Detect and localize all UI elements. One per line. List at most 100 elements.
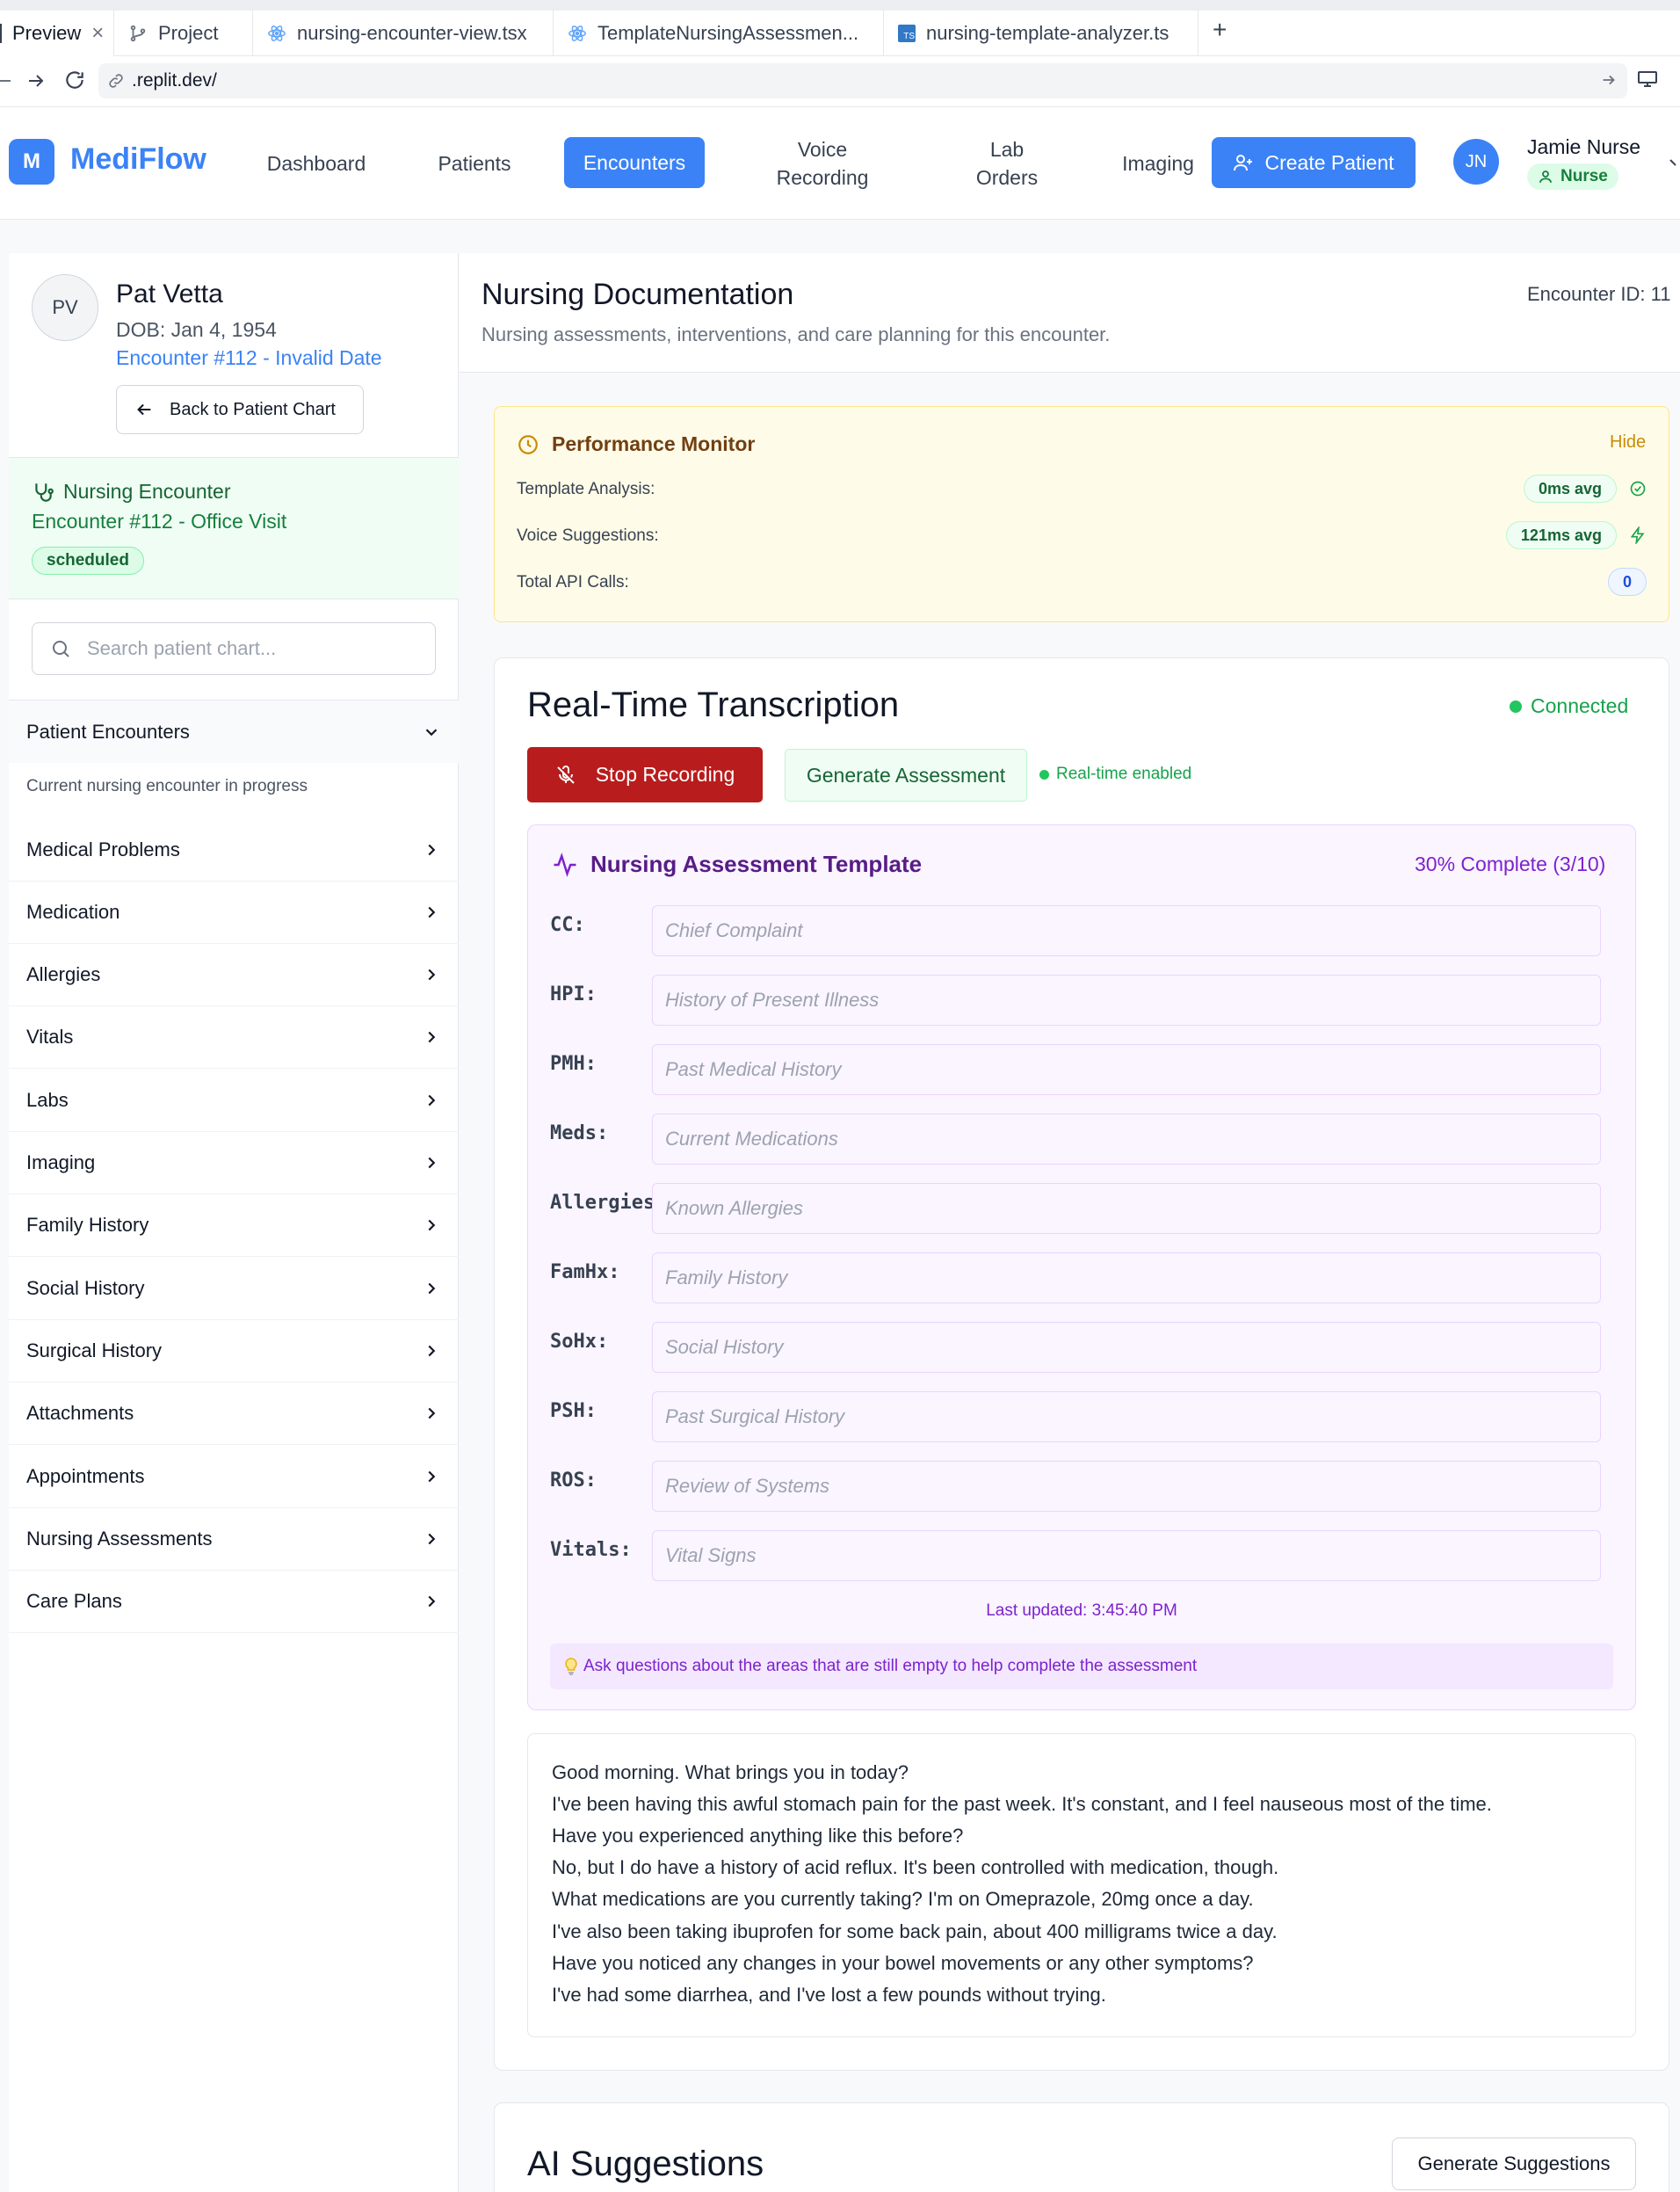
tab-template-nursing-assessment[interactable]: TemplateNursingAssessmen... (554, 11, 884, 56)
tab-nursing-template-analyzer[interactable]: TS nursing-template-analyzer.ts (884, 11, 1198, 56)
field-hpi[interactable]: History of Present Illness (652, 975, 1601, 1026)
section-appointments[interactable]: Appointments (9, 1446, 459, 1508)
field-psh[interactable]: Past Surgical History (652, 1391, 1601, 1442)
nav-lab-orders[interactable]: Lab Orders (945, 135, 1068, 192)
brand-name[interactable]: MediFlow (70, 142, 206, 177)
section-care-plans[interactable]: Care Plans (9, 1571, 459, 1633)
section-attachments[interactable]: Attachments (9, 1383, 459, 1445)
section-label: Social History (26, 1277, 145, 1299)
field-label-hpi: HPI: (550, 983, 597, 1005)
template-progress: 30% Complete (3/10) (1415, 853, 1606, 875)
clock-icon (517, 433, 539, 456)
role-badge: Nurse (1527, 163, 1618, 190)
generate-suggestions-button[interactable]: Generate Suggestions (1392, 2138, 1636, 2190)
hide-button[interactable]: Hide (1610, 432, 1646, 453)
tab-label: Preview (12, 22, 82, 44)
field-ros[interactable]: Review of Systems (652, 1461, 1601, 1512)
encounter-subtitle: Encounter #112 - Office Visit (32, 510, 287, 533)
generate-assessment-button[interactable]: Generate Assessment (785, 749, 1027, 802)
patient-dob: DOB: Jan 4, 1954 (116, 318, 277, 341)
field-pmh[interactable]: Past Medical History (652, 1044, 1601, 1095)
status-dot (1510, 700, 1522, 713)
section-labs[interactable]: Labs (9, 1070, 459, 1132)
connection-status-text: Connected (1531, 694, 1629, 717)
nav-encounters[interactable]: Encounters (564, 137, 705, 188)
metric-label: Total API Calls: (517, 573, 629, 592)
url-field[interactable]: .replit.dev/ (98, 63, 1627, 98)
open-external-icon[interactable] (1599, 70, 1618, 90)
git-branch-icon (128, 24, 148, 43)
chevron-right-icon (422, 965, 441, 984)
section-vitals[interactable]: Vitals (9, 1006, 459, 1069)
field-sohx[interactable]: Social History (652, 1322, 1601, 1373)
section-medical-problems[interactable]: Medical Problems (9, 819, 459, 882)
field-meds[interactable]: Current Medications (652, 1114, 1601, 1165)
field-label-psh: PSH: (550, 1400, 597, 1422)
chevron-down-icon (422, 722, 441, 742)
new-tab-button[interactable]: + (1213, 16, 1227, 44)
close-icon[interactable]: × (91, 21, 104, 46)
field-vitals[interactable]: Vital Signs (652, 1530, 1601, 1581)
forward-arrow-icon[interactable] (25, 70, 47, 91)
preview-icon (0, 24, 2, 43)
section-social-history[interactable]: Social History (9, 1258, 459, 1320)
mic-off-icon (555, 765, 576, 786)
transcript-line: Have you experienced anything like this … (552, 1825, 964, 1847)
chevron-down-icon[interactable] (1669, 155, 1680, 169)
page-subtitle: Nursing assessments, interventions, and … (482, 323, 1111, 345)
section-label: Labs (26, 1089, 69, 1111)
field-label-meds: Meds: (550, 1122, 609, 1144)
section-medication[interactable]: Medication (9, 882, 459, 944)
chevron-right-icon (422, 1027, 441, 1047)
transcript-line: I've also been taking ibuprofen for some… (552, 1920, 1278, 1942)
url-text: .replit.dev/ (132, 70, 217, 91)
field-famhx[interactable]: Family History (652, 1252, 1601, 1303)
section-allergies[interactable]: Allergies (9, 944, 459, 1006)
chevron-right-icon (422, 1153, 441, 1172)
metric-label: Template Analysis: (517, 480, 655, 498)
status-badge: scheduled (32, 547, 144, 575)
chevron-right-icon (422, 1341, 441, 1361)
tab-label: nursing-template-analyzer.ts (926, 22, 1169, 44)
section-imaging[interactable]: Imaging (9, 1132, 459, 1194)
connection-status: Connected (1510, 694, 1628, 718)
transcript-line: What medications are you currently takin… (552, 1888, 1254, 1910)
tab-project[interactable]: Project (114, 11, 253, 56)
section-family-history[interactable]: Family History (9, 1194, 459, 1257)
field-label-cc: CC: (550, 914, 585, 936)
tab-label: nursing-encounter-view.tsx (297, 22, 527, 44)
nav-dashboard[interactable]: Dashboard (255, 149, 378, 178)
lightbulb-icon (564, 1658, 578, 1675)
chevron-right-icon (422, 1529, 441, 1549)
device-preview-icon[interactable] (1636, 69, 1659, 90)
tab-nursing-encounter-view[interactable]: nursing-encounter-view.tsx (253, 11, 554, 56)
tab-preview[interactable]: Preview × (0, 11, 114, 56)
chevron-right-icon (422, 1216, 441, 1235)
search-field[interactable] (32, 622, 436, 675)
reload-icon[interactable] (63, 69, 86, 91)
field-allergies[interactable]: Known Allergies (652, 1183, 1601, 1234)
back-to-chart-button[interactable]: Back to Patient Chart (116, 385, 364, 434)
stop-recording-button[interactable]: Stop Recording (527, 747, 763, 802)
create-patient-label: Create Patient (1264, 150, 1394, 174)
field-cc[interactable]: Chief Complaint (652, 905, 1601, 956)
nav-patients[interactable]: Patients (413, 149, 536, 178)
transcript-line: Good morning. What brings you in today? (552, 1761, 909, 1783)
transcript-line: I've been having this awful stomach pain… (552, 1793, 1492, 1815)
nav-voice-recording[interactable]: Voice Recording (761, 135, 884, 192)
nav-imaging[interactable]: Imaging (1114, 149, 1202, 178)
create-patient-button[interactable]: Create Patient (1212, 137, 1416, 188)
section-label: Vitals (26, 1026, 74, 1048)
activity-icon (552, 852, 578, 878)
encounter-link[interactable]: Encounter #112 - Invalid Date (116, 346, 382, 370)
section-patient-encounters[interactable]: Patient Encounters (9, 700, 459, 763)
field-label-ros: ROS: (550, 1470, 597, 1492)
template-title: Nursing Assessment Template (552, 851, 922, 878)
user-avatar[interactable]: JN (1453, 139, 1499, 185)
logo-icon[interactable]: M (9, 139, 54, 185)
section-surgical-history[interactable]: Surgical History (9, 1320, 459, 1383)
search-input[interactable] (87, 637, 421, 660)
chevron-right-icon (422, 1279, 441, 1298)
section-nursing-assessments[interactable]: Nursing Assessments (9, 1508, 459, 1571)
back-arrow-icon[interactable] (0, 70, 12, 91)
